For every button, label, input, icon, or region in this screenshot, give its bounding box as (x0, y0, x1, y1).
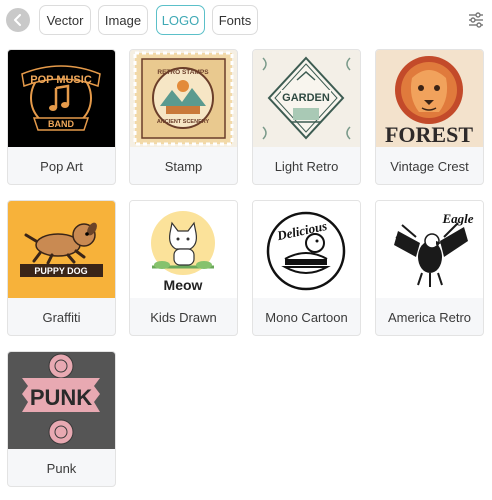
style-card-america-retro[interactable]: Eagle America Retro (375, 200, 484, 336)
tab-logo[interactable]: LOGO (156, 5, 205, 35)
style-card-mono-cartoon[interactable]: Delicious Mono Cartoon (252, 200, 361, 336)
stamp-subtitle-text: ANCIENT SCENERY (157, 119, 210, 125)
kids-drawn-title-text: Meow (164, 277, 203, 293)
style-label: Pop Art (40, 158, 83, 174)
style-card-light-retro[interactable]: GARDEN Light Retro (252, 49, 361, 185)
style-label: Graffiti (42, 309, 81, 325)
style-card-vintage-crest[interactable]: FOREST Vintage Crest (375, 49, 484, 185)
tab-vector[interactable]: Vector (39, 5, 91, 35)
style-label: Light Retro (274, 158, 339, 174)
style-card-kids-drawn[interactable]: Meow Kids Drawn (129, 200, 238, 336)
light-retro-title-text: GARDEN (282, 92, 330, 104)
style-label: Vintage Crest (390, 158, 469, 174)
pop-art-band-text: BAND (48, 119, 74, 129)
kids-drawn-thumbnail: Meow (130, 201, 237, 298)
tab-image[interactable]: Image (98, 5, 148, 35)
filter-settings-button[interactable] (466, 10, 486, 30)
tab-fonts[interactable]: Fonts (212, 5, 258, 35)
pop-art-title-text: POP MUSIC (30, 74, 92, 86)
style-label: Kids Drawn (150, 309, 217, 325)
style-card-graffiti[interactable]: PUPPY DOG Graffiti (7, 200, 116, 336)
mono-cartoon-thumbnail: Delicious (253, 201, 360, 298)
punk-thumbnail: PUNK (8, 352, 115, 449)
stamp-title-text: RETRO STAMPS (157, 69, 209, 76)
style-card-punk[interactable]: PUNK Punk (7, 351, 116, 487)
graffiti-title-text: PUPPY DOG (34, 266, 87, 276)
punk-title-text: PUNK (30, 385, 92, 410)
pop-art-thumbnail: POP MUSIC BAND (8, 50, 115, 147)
style-card-stamp[interactable]: RETRO STAMPS ANCIENT SCENERY Stamp (129, 49, 238, 185)
style-label: America Retro (387, 309, 472, 325)
chevron-left-icon (14, 14, 21, 26)
america-retro-thumbnail: Eagle (376, 201, 483, 298)
sliders-icon (469, 12, 483, 28)
style-card-pop-art[interactable]: POP MUSIC BAND Pop Art (7, 49, 116, 185)
light-retro-thumbnail: GARDEN (253, 50, 360, 147)
vintage-crest-thumbnail: FOREST (376, 50, 483, 147)
style-toolbar: Vector Image LOGO Fonts (0, 0, 492, 42)
back-button[interactable] (6, 8, 30, 32)
style-label: Stamp (164, 158, 203, 174)
style-label: Mono Cartoon (265, 309, 348, 325)
america-retro-title-text: Eagle (441, 211, 473, 226)
stamp-thumbnail: RETRO STAMPS ANCIENT SCENERY (130, 50, 237, 147)
vintage-crest-title-text: FOREST (385, 122, 473, 147)
style-label: Punk (46, 460, 77, 476)
graffiti-thumbnail: PUPPY DOG (8, 201, 115, 298)
